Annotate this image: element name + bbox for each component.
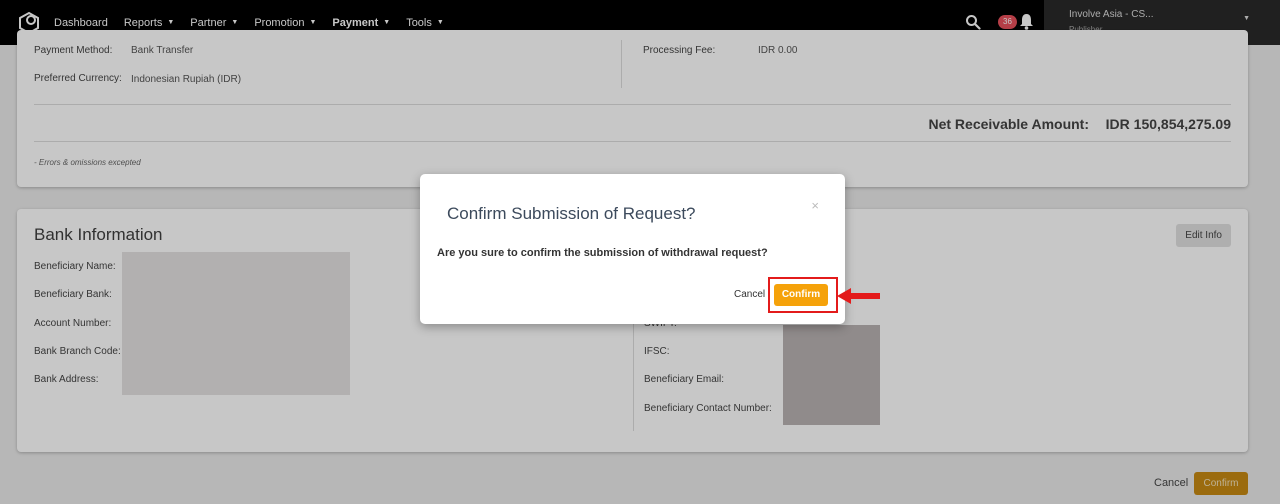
pointer-arrow-icon bbox=[837, 288, 880, 304]
dialog-title: Confirm Submission of Request? bbox=[447, 204, 696, 223]
dialog-cancel-button[interactable]: Cancel bbox=[734, 289, 765, 300]
confirm-dialog: Confirm Submission of Request? × Are you… bbox=[420, 174, 845, 324]
dialog-confirm-button[interactable]: Confirm bbox=[774, 284, 828, 306]
dialog-message: Are you sure to confirm the submission o… bbox=[437, 247, 768, 259]
close-icon[interactable]: × bbox=[811, 198, 819, 213]
